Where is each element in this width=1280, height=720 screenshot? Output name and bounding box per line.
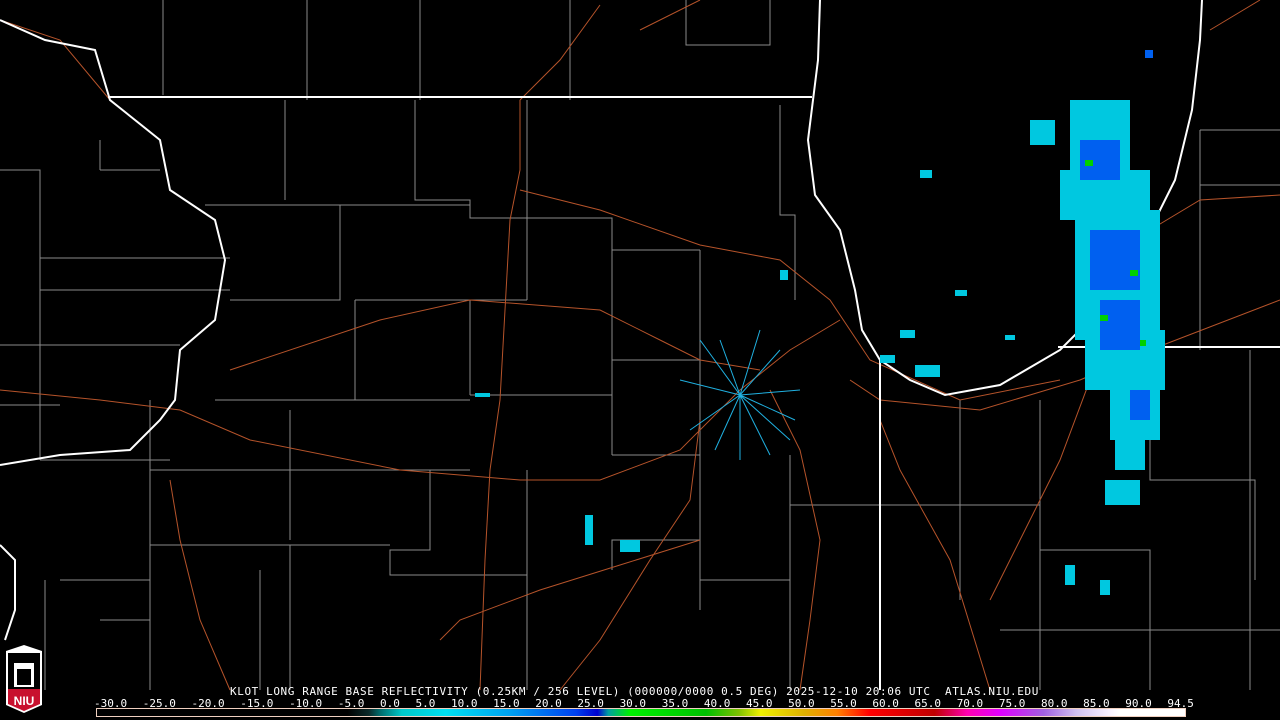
ground-clutter (679, 329, 801, 460)
radar-map[interactable] (0, 0, 1280, 720)
reflectivity-color-scale (96, 708, 1186, 717)
niu-logo: NIU (4, 645, 44, 713)
mississippi-river (0, 19, 227, 466)
svg-text:NIU: NIU (14, 694, 35, 708)
radar-echoes (475, 50, 1165, 595)
